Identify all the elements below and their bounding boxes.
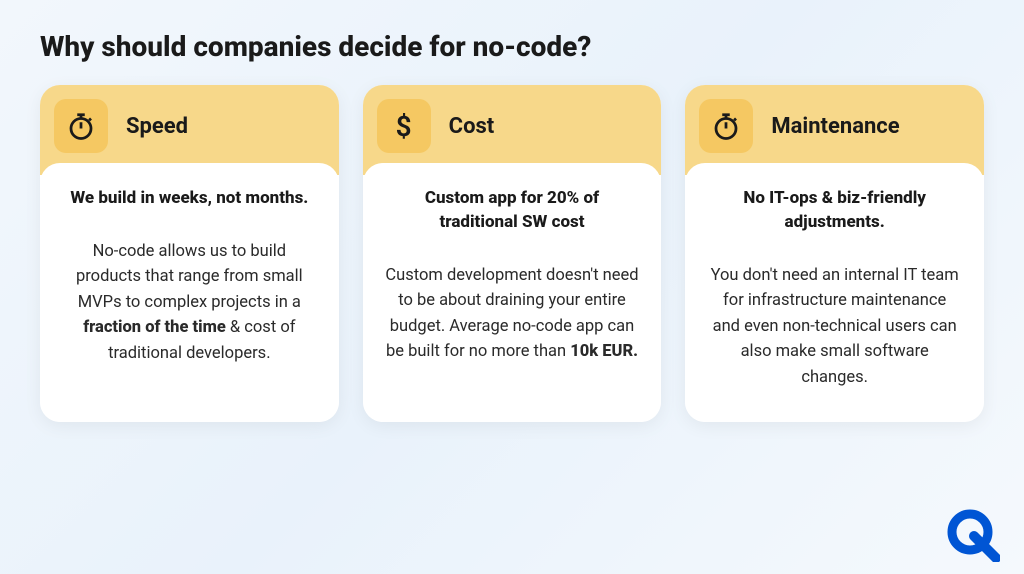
card-title: Speed xyxy=(126,114,188,139)
card-speed: Speed We build in weeks, not months. No-… xyxy=(40,85,339,422)
card-headline: Custom app for 20% of traditional SW cos… xyxy=(385,187,640,235)
card-cost: $ Cost Custom app for 20% of traditional… xyxy=(363,85,662,422)
card-title: Cost xyxy=(449,114,495,139)
brand-logo-icon xyxy=(944,506,1000,562)
card-headline: No IT-ops & biz-friendly adjustments. xyxy=(707,187,962,235)
card-desc: You don't need an internal IT team for i… xyxy=(707,263,962,391)
card-header: $ Cost xyxy=(363,85,662,175)
card-desc: No-code allows us to build products that… xyxy=(62,239,317,367)
stopwatch-icon xyxy=(699,99,753,153)
card-body: Custom app for 20% of traditional SW cos… xyxy=(363,163,662,422)
card-header: Speed xyxy=(40,85,339,175)
card-maintenance: Maintenance No IT-ops & biz-friendly adj… xyxy=(685,85,984,422)
card-title: Maintenance xyxy=(771,114,899,139)
card-body: We build in weeks, not months. No-code a… xyxy=(40,163,339,422)
stopwatch-icon xyxy=(54,99,108,153)
card-row: Speed We build in weeks, not months. No-… xyxy=(40,85,984,422)
dollar-icon: $ xyxy=(377,99,431,153)
card-header: Maintenance xyxy=(685,85,984,175)
card-desc: Custom development doesn't need to be ab… xyxy=(385,263,640,365)
card-headline: We build in weeks, not months. xyxy=(62,187,317,211)
page-title: Why should companies decide for no-code? xyxy=(40,30,984,63)
card-body: No IT-ops & biz-friendly adjustments. Yo… xyxy=(685,163,984,422)
